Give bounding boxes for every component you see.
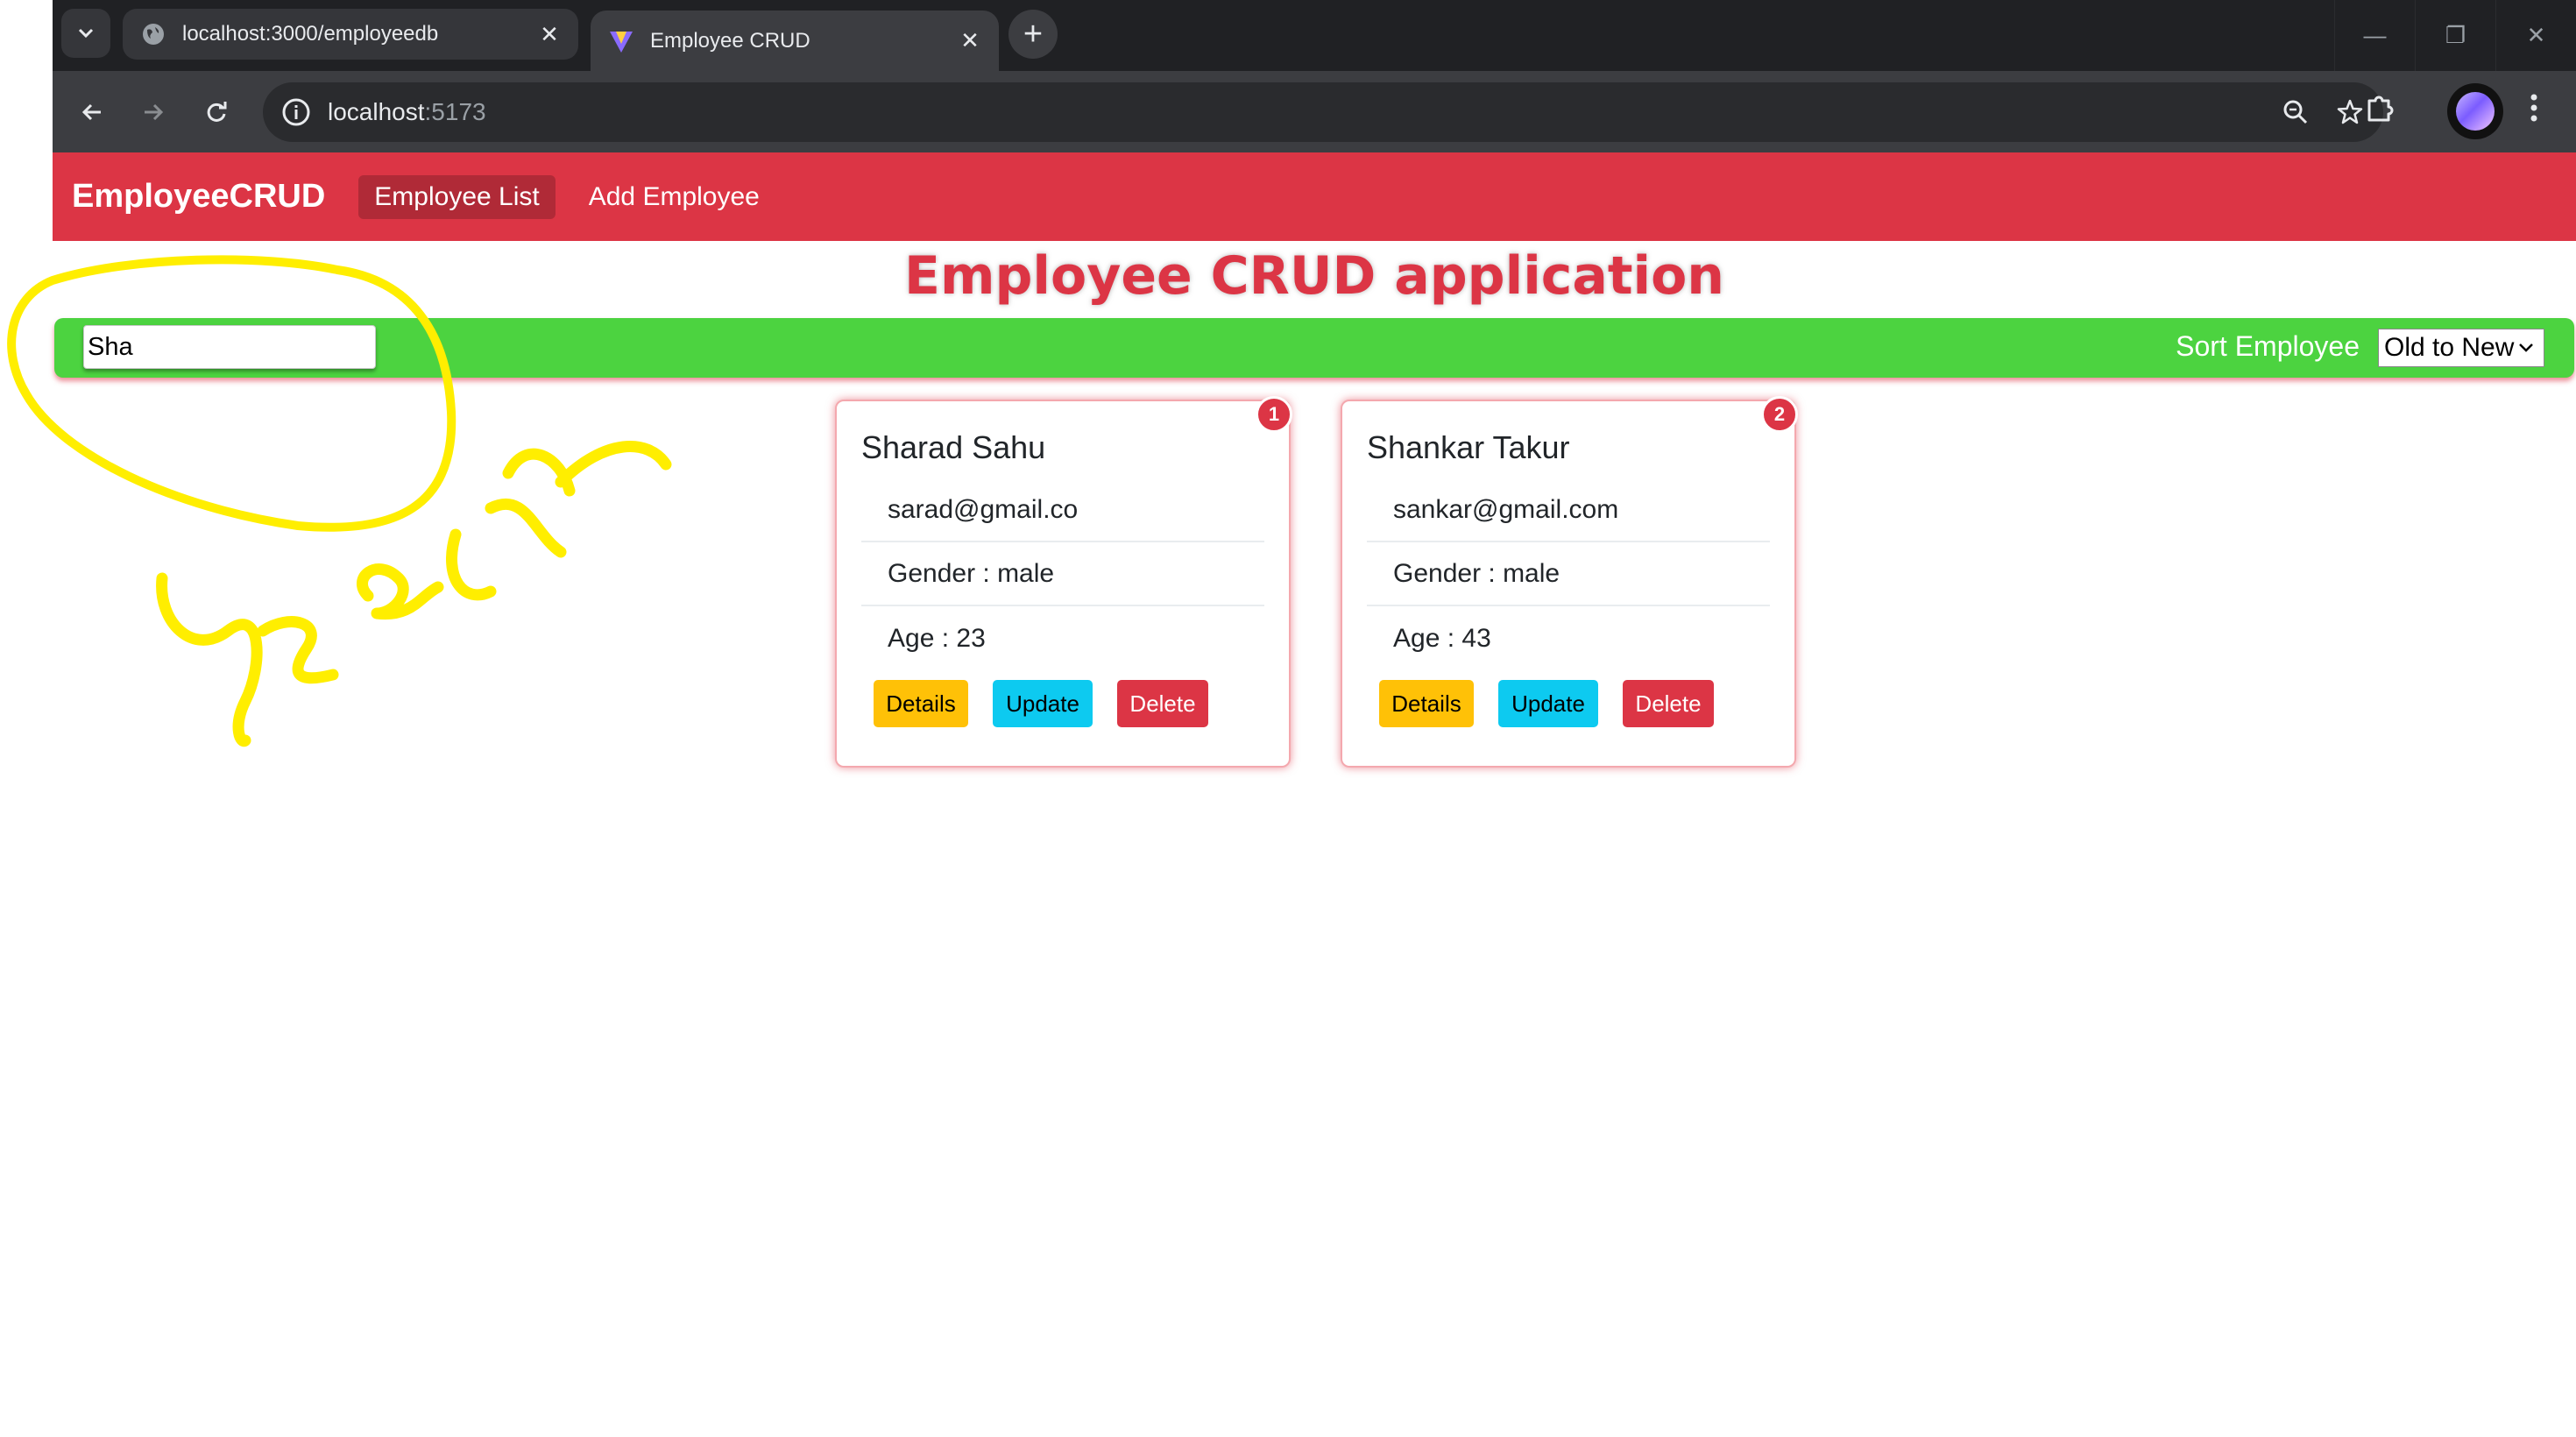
- employee-age: Age : 23: [888, 624, 986, 653]
- star-icon: [2337, 99, 2363, 124]
- tab-title: localhost:3000/employeedb: [182, 22, 439, 46]
- tab-strip: localhost:3000/employeedb ✕ Employee CRU…: [53, 0, 2576, 71]
- reload-button[interactable]: [195, 90, 238, 134]
- close-tab-icon[interactable]: ✕: [957, 27, 983, 54]
- new-tab-button[interactable]: +: [1008, 10, 1058, 59]
- employee-name: Shankar Takur: [1367, 429, 1570, 465]
- avatar-image: [2456, 92, 2495, 131]
- employee-age: Age : 43: [1393, 624, 1491, 653]
- chevron-down-icon: [2519, 343, 2533, 352]
- vite-logo-icon: [610, 31, 633, 53]
- url-port: :5173: [424, 98, 486, 125]
- nav-add-employee[interactable]: Add Employee: [573, 175, 775, 219]
- plus-icon: +: [1023, 15, 1044, 53]
- employee-card: 2 Shankar Takur sankar@gmail.com Gender …: [1341, 396, 1798, 768]
- tab-employeedb[interactable]: localhost:3000/employeedb ✕: [123, 9, 578, 60]
- annotation-word: [156, 441, 672, 747]
- tab-title: Employee CRUD: [650, 28, 810, 53]
- chevron-down-icon: [78, 28, 94, 39]
- details-button[interactable]: Details: [874, 680, 968, 727]
- card-index-badge: 2: [1761, 396, 1798, 433]
- minimize-button[interactable]: —: [2334, 0, 2415, 71]
- update-button[interactable]: Update: [1498, 680, 1598, 727]
- delete-button[interactable]: Delete: [1623, 680, 1714, 727]
- app-navbar: EmployeeCRUD Employee List Add Employee: [53, 152, 2576, 241]
- url-host: localhost: [328, 98, 425, 125]
- restore-button[interactable]: ❐: [2415, 0, 2495, 71]
- employee-card: 1 Sharad Sahu sarad@gmail.co Gender : ma…: [835, 396, 1292, 768]
- nav-employee-list[interactable]: Employee List: [358, 174, 556, 219]
- tab-employee-crud[interactable]: Employee CRUD ✕: [591, 11, 999, 71]
- address-bar[interactable]: localhost:5173: [263, 82, 2383, 142]
- details-button[interactable]: Details: [1379, 680, 1474, 727]
- employee-gender: Gender : male: [861, 543, 1264, 606]
- page-title: Employee CRUD application: [903, 245, 1725, 307]
- sort-select[interactable]: Old to New: [2378, 329, 2544, 367]
- globe-icon: [143, 24, 164, 45]
- more-vertical-icon: [2530, 94, 2537, 122]
- minimize-icon: —: [2363, 22, 2387, 48]
- zoom-icon: [2283, 100, 2308, 124]
- forward-button[interactable]: [131, 90, 175, 134]
- puzzle-icon: [2367, 96, 2394, 122]
- browser-toolbar: localhost:5173: [53, 71, 2576, 152]
- close-window-button[interactable]: ✕: [2495, 0, 2576, 71]
- employee-name: Sharad Sahu: [861, 429, 1046, 465]
- site-info-icon[interactable]: [280, 96, 312, 128]
- window-controls: — ❐ ✕: [2334, 0, 2576, 71]
- employee-email: sankar@gmail.com: [1367, 479, 1770, 542]
- sort-label: Sort Employee: [2176, 330, 2360, 362]
- arrow-right-icon: [145, 103, 164, 121]
- filter-bar: Sort Employee Old to New: [54, 318, 2574, 378]
- browser-menu-button[interactable]: [2516, 90, 2551, 125]
- back-button[interactable]: [70, 90, 114, 134]
- reload-icon: [207, 102, 227, 122]
- extensions-button[interactable]: [2362, 90, 2397, 125]
- card-index-badge: 1: [1256, 396, 1292, 433]
- brand-logo[interactable]: EmployeeCRUD: [72, 178, 325, 216]
- arrow-left-icon: [81, 103, 101, 121]
- employee-gender: Gender : male: [1367, 543, 1770, 606]
- employee-email: sarad@gmail.co: [861, 479, 1264, 542]
- tab-search-button[interactable]: [61, 9, 110, 58]
- omnibox-actions: [2278, 95, 2367, 130]
- update-button[interactable]: Update: [993, 680, 1093, 727]
- profile-avatar[interactable]: [2447, 83, 2503, 139]
- browser-window: localhost:3000/employeedb ✕ Employee CRU…: [53, 0, 2576, 152]
- sort-selected-value: Old to New: [2384, 333, 2515, 362]
- close-tab-icon[interactable]: ✕: [536, 21, 563, 47]
- restore-icon: ❐: [2445, 22, 2466, 48]
- delete-button[interactable]: Delete: [1117, 680, 1208, 727]
- search-input[interactable]: [83, 325, 376, 369]
- close-icon: ✕: [2526, 22, 2546, 48]
- zoom-button[interactable]: [2278, 95, 2313, 130]
